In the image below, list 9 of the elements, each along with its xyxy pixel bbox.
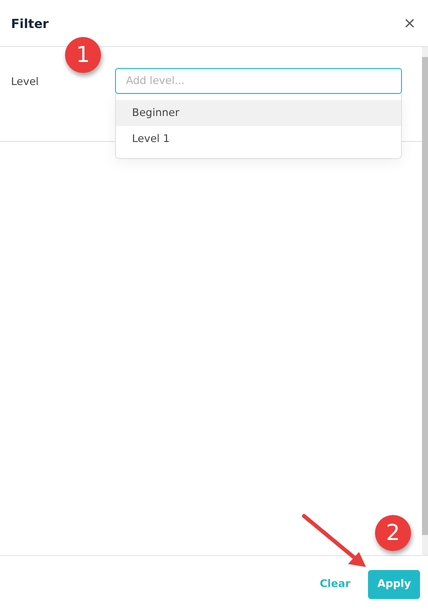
close-button[interactable]: × xyxy=(401,14,418,32)
level-input[interactable]: Add level... xyxy=(115,68,402,94)
dropdown-option[interactable]: Beginner xyxy=(116,100,401,126)
scrollbar[interactable] xyxy=(422,47,428,555)
field-label: Level xyxy=(11,75,40,90)
dropdown-option[interactable]: Level 1 xyxy=(116,126,401,152)
dialog-title: Filter xyxy=(11,16,49,30)
step-badge: 2 xyxy=(375,515,411,551)
step-badge: 1 xyxy=(65,37,101,73)
